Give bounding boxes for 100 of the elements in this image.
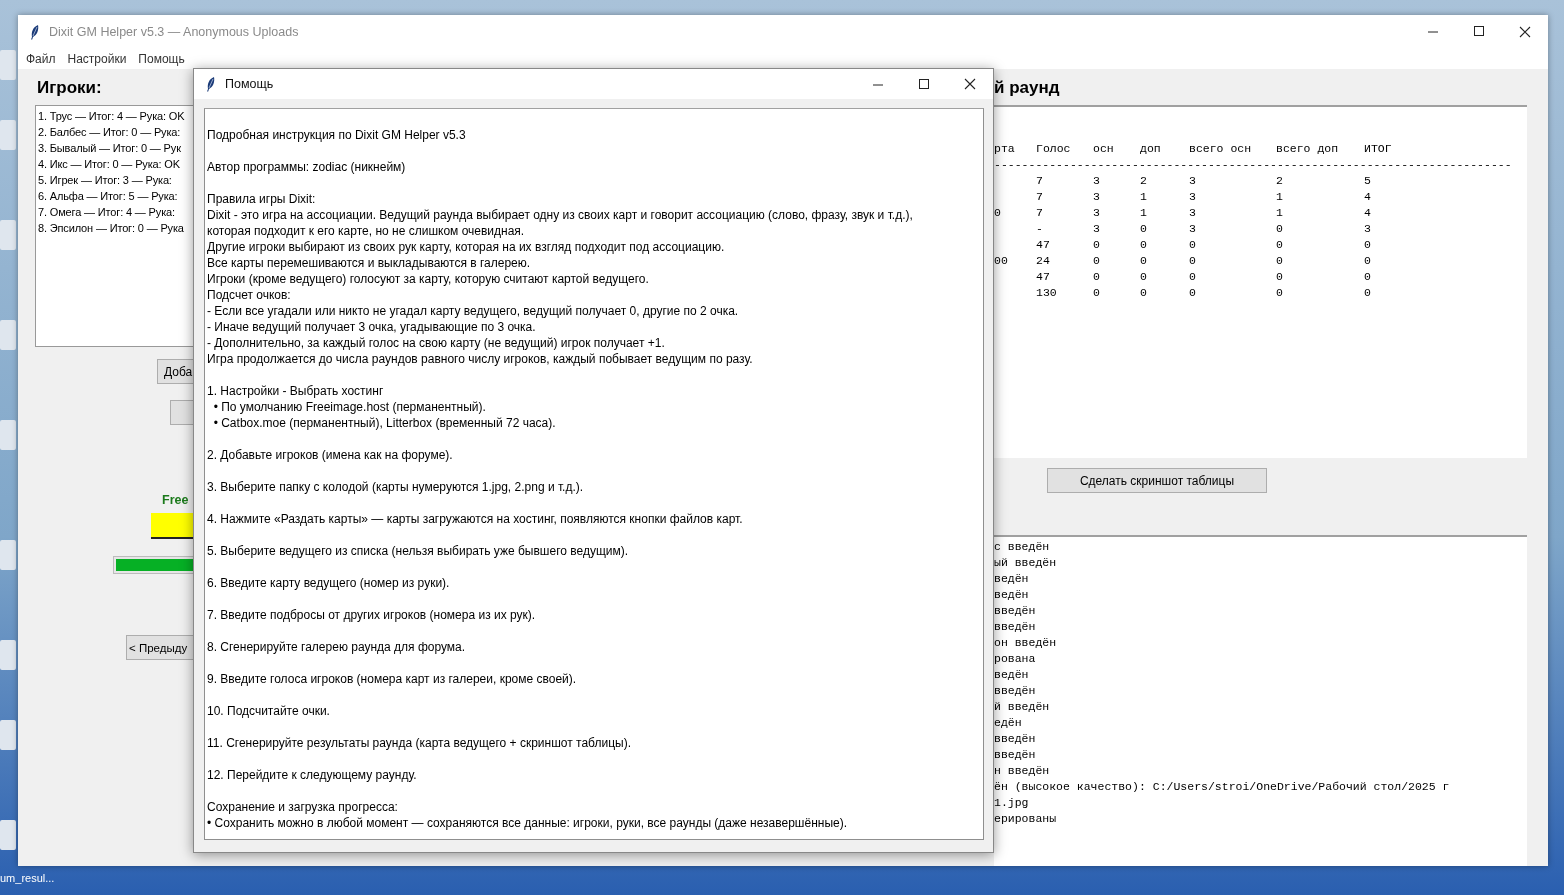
column-header: всего доп [1276,141,1340,157]
player-item[interactable]: 1. Трус — Итог: 4 — Рука: OK [38,108,193,124]
table-cell-text: - [1036,221,1044,237]
add-button[interactable]: Доба [157,359,193,384]
maximize-icon [918,78,930,90]
log-line: с введён [994,539,1051,555]
separator-line: --------------------------------------------------------------------------- [994,157,1513,173]
table-cell-text: 5 [1364,173,1372,189]
help-text-line: Игроки (кроме ведущего) голосуют за карту, которую считают картой ведущего. [207,271,650,287]
log-line: он введён [994,635,1058,651]
help-text-line: Подробная инструкция по Dixit GM Helper v5.3 [207,127,467,143]
player-item[interactable]: 3. Бывалый — Итог: 0 — Рук [38,140,193,156]
help-text-line: • Сохранить можно в любой момент — сохраняются все данные: игроки, руки, все раунды (даже незавершённые). [207,815,849,831]
table-cell-text: 3 [1189,221,1197,237]
log-line: введён [994,619,1037,635]
log-line: н введён [994,763,1051,779]
player-item[interactable]: 7. Омега — Итог: 4 — Рука: [38,204,193,220]
desktop-icon[interactable] [0,420,16,450]
help-text-line: 10. Подсчитайте очки. [207,703,331,719]
table-cell-text: 3 [1093,189,1101,205]
dialog-title: Помощь [225,77,275,91]
log-line: введён [994,603,1037,619]
close-icon [1519,25,1531,38]
column-header: доп [1140,141,1162,157]
table-cell-text: 0 [1189,237,1197,253]
menu-item[interactable]: Помощь [138,51,185,66]
column-header: осн [1093,141,1115,157]
table-cell-text: 47 [1036,237,1051,253]
table-cell-text: 4 [1364,205,1372,221]
help-text-line: • Catbox.moe (перманентный), Litterbox (временный 72 часа). [212,415,557,431]
table-cell-text: 0 [1189,285,1197,301]
menu-item[interactable]: Настройки [67,51,127,66]
help-text-line: 3. Выберите папку с колодой (карты нумеруются 1.jpg, 2.png и т.д.). [207,479,585,495]
table-cell-text: 47 [1036,269,1051,285]
table-cell-text: 0 [1276,269,1284,285]
table-cell-text: 0 [1276,237,1284,253]
column-header: Голос [1036,141,1072,157]
desktop-icon[interactable] [0,220,16,250]
table-cell-text: 1 [1140,189,1148,205]
help-text-line: Игра продолжается до числа раундов равного числу игроков, каждый побывает ведущим по разу. [207,351,754,367]
help-text-line: 4. Нажмите «Раздать карты» — карты загружаются на хостинг, появляются кнопки файлов карт. [207,511,744,527]
table-cell-text: 0 [1093,285,1101,301]
table-cell-text: 0 [1189,269,1197,285]
log-line: ён (высокое качество): C:/Users/stroi/OneDrive/Рабочий стол/2025 г [994,779,1451,795]
help-text-line: - Иначе ведущий получает 3 очка, угадывающие по 3 очка. [207,319,537,335]
help-text-line: 1. Настройки - Выбрать хостинг [207,383,385,399]
table-cell-text: 1 [1140,205,1148,221]
table-cell-text: 0 [1093,237,1101,253]
table-cell-text: 0 [1364,285,1372,301]
table-cell-text: 7 [1036,189,1044,205]
desktop-icon[interactable] [0,50,16,80]
highlight-bar [151,513,193,539]
desktop-icon-label: um_resul... [0,872,55,884]
log-line: ерированы [994,811,1058,827]
column-header: рта [994,141,1016,157]
column-header: всего осн [1189,141,1253,157]
help-text-line: Другие игроки выбирают из своих рук карту, которая на их взгляд подходит под ассоциацию. [207,239,726,255]
help-text-line: 11. Сгенерируйте результаты раунда (карта ведущего + скриншот таблицы). [207,735,632,751]
table-cell-text: 0 [1093,269,1101,285]
table-cell-text: 3 [1189,189,1197,205]
table-cell-text: 7 [1036,173,1044,189]
column-header: ИТОГ [1364,141,1393,157]
players-list[interactable] [35,105,193,347]
button[interactable] [170,400,193,425]
player-item[interactable]: 5. Игрек — Итог: 3 — Рука: [38,172,193,188]
player-item[interactable]: 2. Балбес — Итог: 0 — Рука: [38,124,193,140]
log-line: ведён [994,571,1030,587]
help-text-line: Dixit - это игра на ассоциации. Ведущий раунда выбирает одну из своих карт и говорит ассоциацию (слово, фразу, звук и т.д.), [207,207,914,223]
table-cell-text: 0 [1140,285,1148,301]
table-cell-text: 0 [1140,253,1148,269]
player-item[interactable]: 6. Альфа — Итог: 5 — Рука: [38,188,193,204]
window-title: Dixit GM Helper v5.3 — Anonymous Uploads [49,24,300,39]
log-line: ведён [994,587,1030,603]
log-line: введён [994,683,1037,699]
desktop-icon[interactable] [0,120,16,150]
table-cell-text: 0 [1364,253,1372,269]
menu-item[interactable]: Файл [26,51,56,66]
help-text-line: Подсчет очков: [207,287,292,303]
table-cell-text: 7 [1036,205,1044,221]
table-cell-text: 00 [994,253,1009,269]
desktop-icon[interactable] [0,320,16,350]
desktop-icon[interactable] [0,720,16,750]
table-cell-text: 0 [1140,269,1148,285]
desktop-icon[interactable] [0,540,16,570]
table-cell-text: 0 [1276,221,1284,237]
help-text-line: - Если все угадали или никто не угадал карту ведущего, ведущий получает 0, другие по 2 очка. [207,303,740,319]
previous-button[interactable]: < Предыду [126,635,193,660]
players-heading: Игроки: [37,78,102,98]
table-cell-text: 0 [1364,237,1372,253]
table-cell-text: 3 [1189,173,1197,189]
screenshot-button[interactable]: Сделать скриншот таблицы [1047,468,1267,493]
desktop-icon[interactable] [0,640,16,670]
table-cell-text: 1 [1276,205,1284,221]
player-item[interactable]: 4. Икс — Итог: 0 — Рука: OK [38,156,193,172]
player-item[interactable]: 8. Эпсилон — Итог: 0 — Рука [38,220,193,236]
desktop-icon[interactable] [0,820,16,850]
log-line: введён [994,731,1037,747]
help-text-line: которая подходит к его карте, но не слишком очевидная. [207,223,526,239]
table-cell-text: 3 [1093,221,1101,237]
table-cell-text: 2 [1276,173,1284,189]
